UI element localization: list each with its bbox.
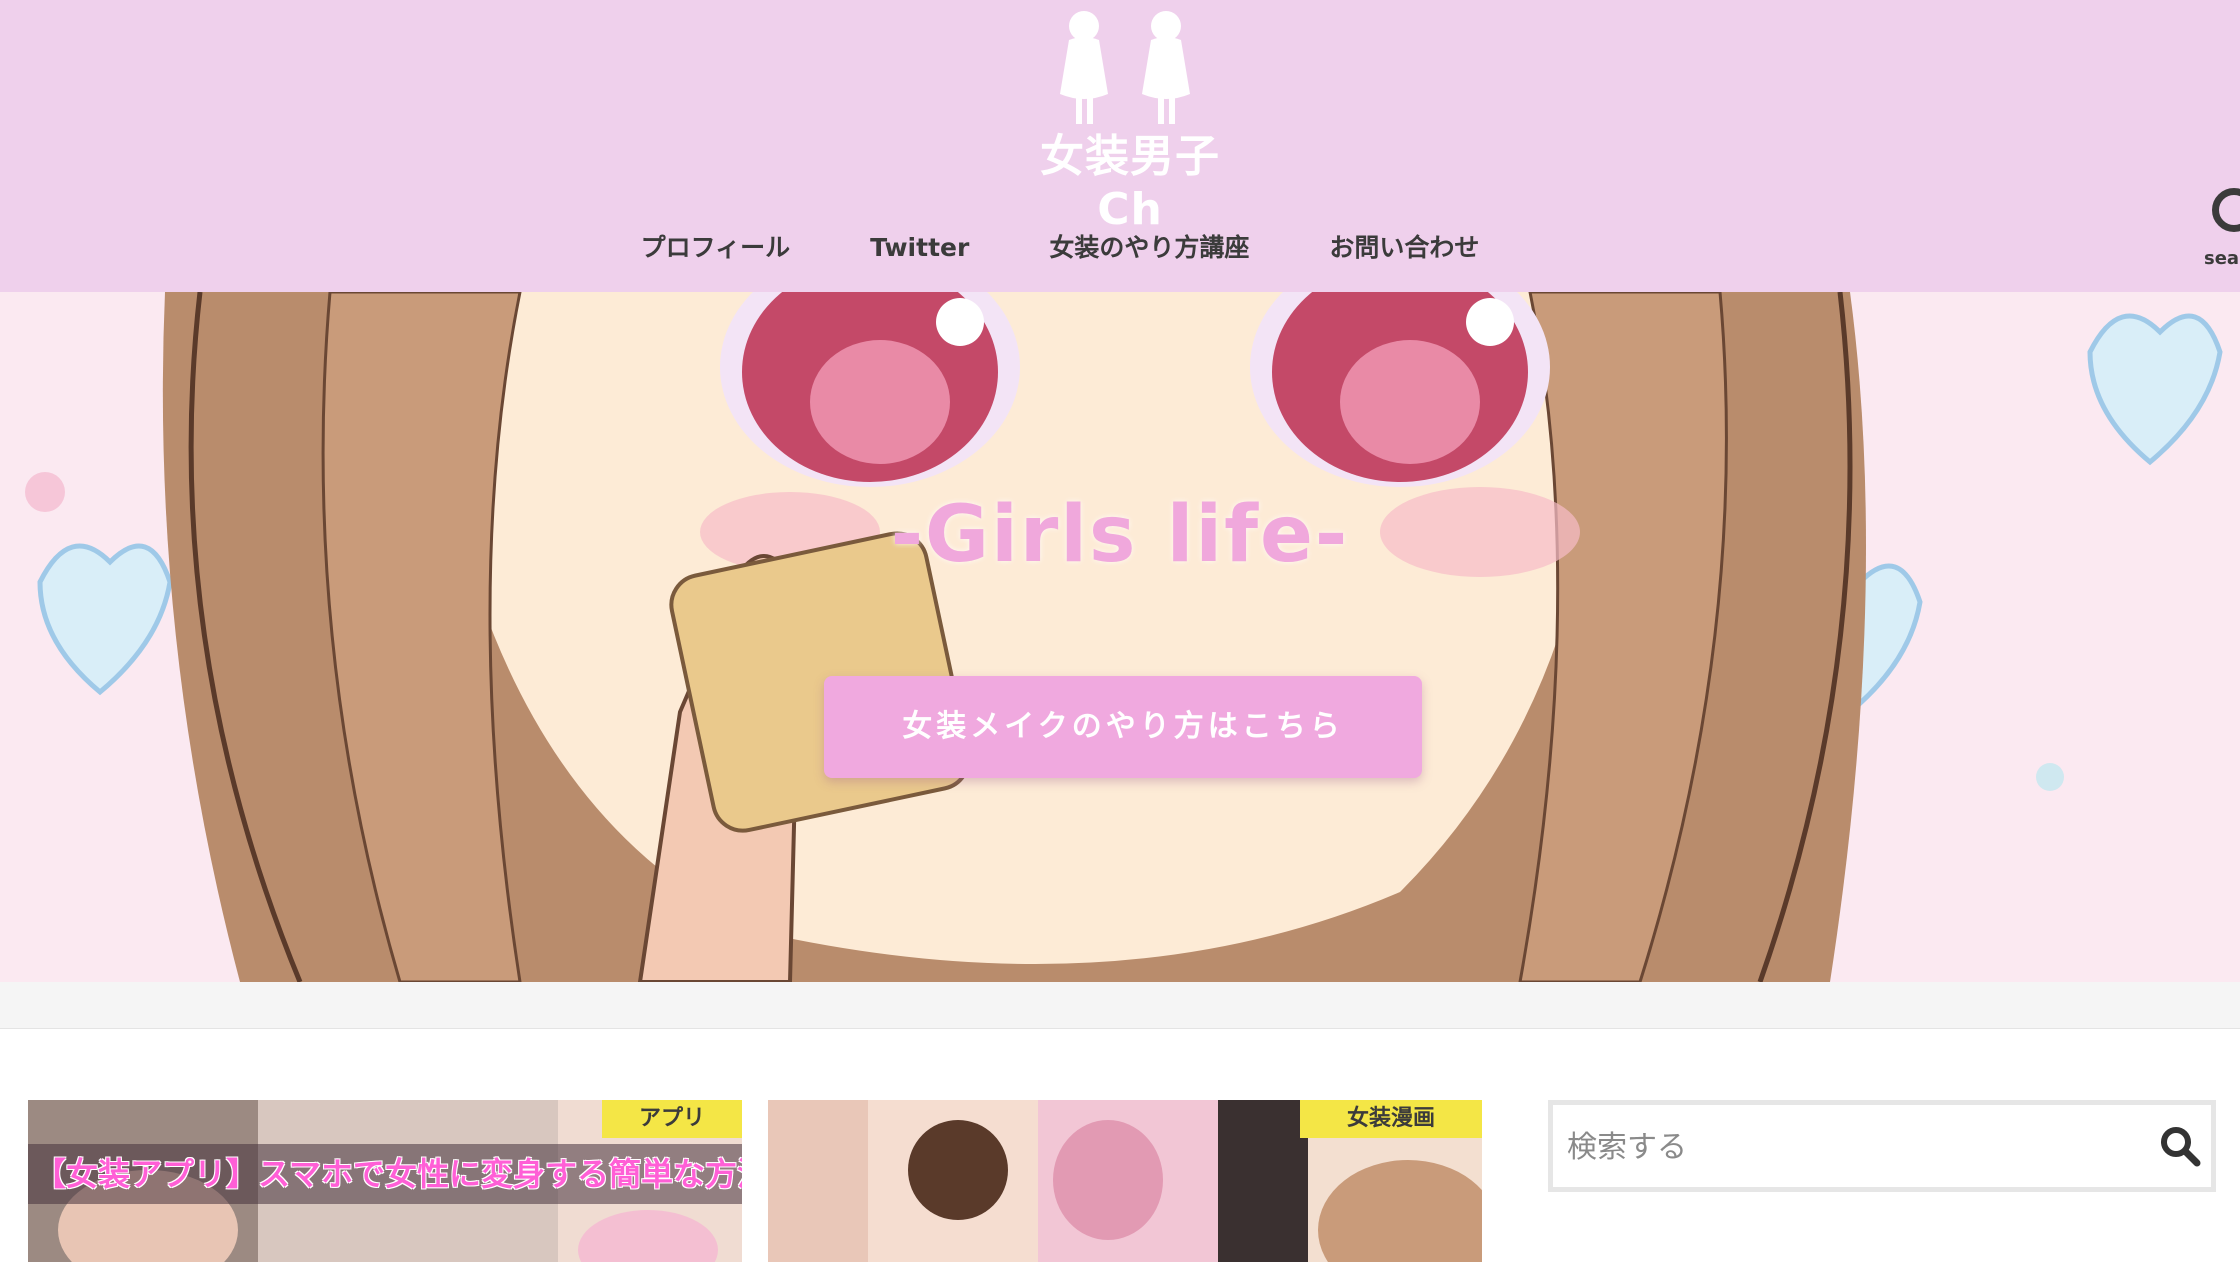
nav-item-crossdress-guide[interactable]: 女装のやり方講座 xyxy=(1049,228,1249,268)
site-logo[interactable]: 女装男子Ch xyxy=(1010,0,1250,235)
category-badge: アプリ xyxy=(602,1100,742,1138)
logo-text: 女装男子Ch xyxy=(1040,131,1220,235)
hero-title: -Girls life- xyxy=(890,490,1350,580)
hero-banner: -Girls life- 女装メイクのやり方はこちら xyxy=(0,292,2240,982)
nav-item-contact[interactable]: お問い合わせ xyxy=(1329,228,1479,268)
article-card[interactable]: アプリ 【女装アプリ】スマホで女性に変身する簡単な方法 xyxy=(28,1100,742,1262)
search-toggle-label: sea xyxy=(2204,248,2240,269)
section-divider xyxy=(0,982,2240,1029)
search-icon xyxy=(2161,1127,2201,1167)
sidebar-search-box xyxy=(1548,1100,2216,1192)
search-input[interactable] xyxy=(1565,1119,2129,1175)
article-card[interactable]: 女装漫画 xyxy=(768,1100,1482,1262)
header-search-toggle[interactable]: sea xyxy=(2200,184,2240,274)
site-header: 女装男子Ch プロフィール Twitter 女装のやり方講座 お問い合わせ se… xyxy=(0,0,2240,292)
hero-anime-girl-illustration xyxy=(25,292,2223,982)
category-badge: 女装漫画 xyxy=(1300,1100,1482,1138)
nav-item-profile[interactable]: プロフィール xyxy=(641,228,791,268)
article-title: 【女装アプリ】スマホで女性に変身する簡単な方法 xyxy=(28,1144,742,1204)
makeup-guide-button[interactable]: 女装メイクのやり方はこちら xyxy=(824,676,1422,778)
nav-item-twitter[interactable]: Twitter xyxy=(870,228,969,268)
main-nav: プロフィール Twitter 女装のやり方講座 お問い合わせ xyxy=(0,228,2240,268)
search-submit-button[interactable] xyxy=(2157,1123,2203,1169)
search-icon xyxy=(2212,188,2240,232)
twin-girls-logo-icon xyxy=(1060,11,1190,124)
